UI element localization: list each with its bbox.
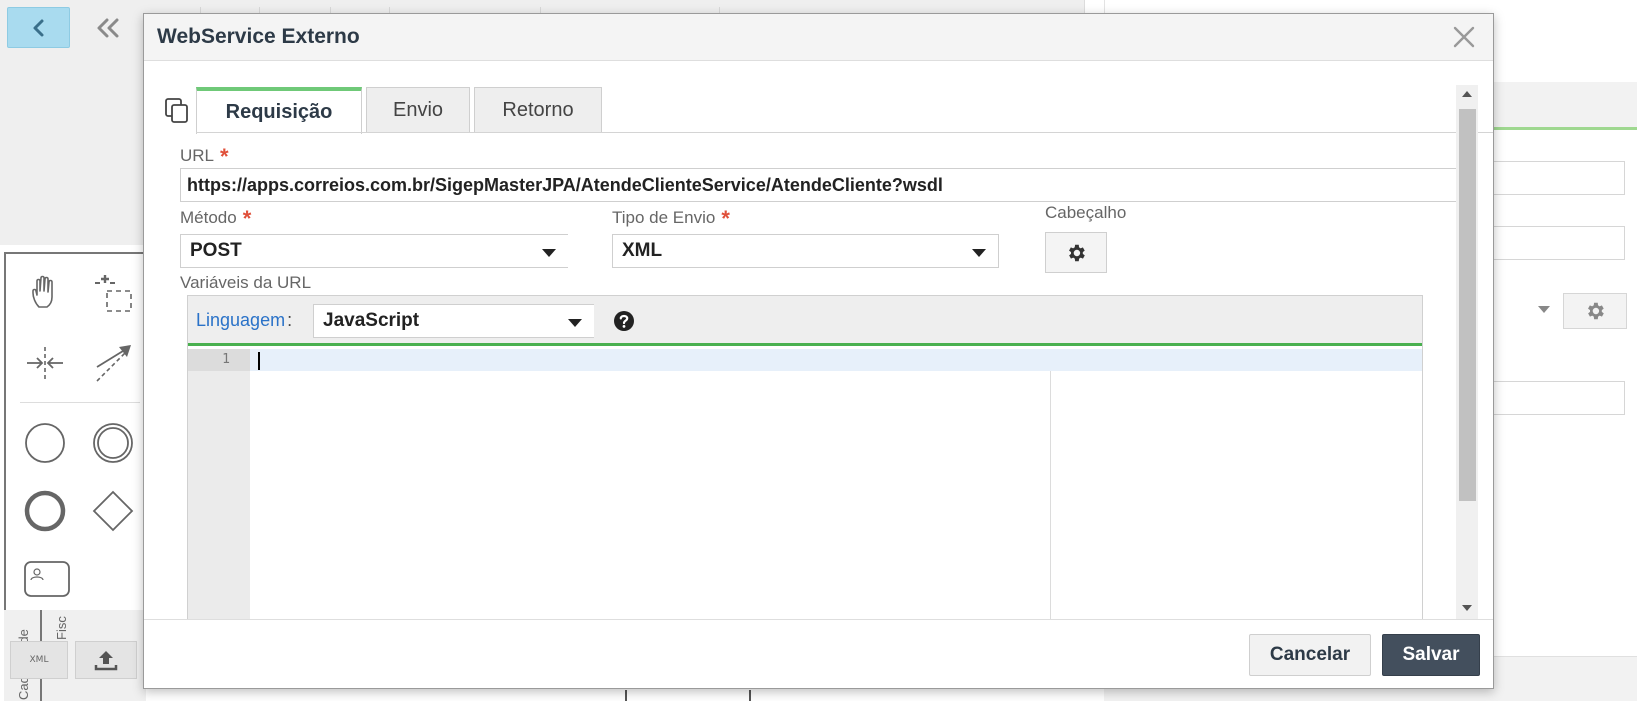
intermediate-event-icon: [93, 423, 133, 463]
linguagem-colon: :: [287, 310, 293, 330]
chevron-down-icon: [972, 249, 986, 257]
intermediate-event-tool[interactable]: [88, 418, 138, 468]
diagram-line: [625, 690, 627, 701]
properties-gear-button[interactable]: [1563, 293, 1627, 329]
start-event-tool[interactable]: [20, 418, 70, 468]
connect-tool-icon: [96, 345, 131, 382]
palette-divider: [20, 402, 140, 403]
back-button[interactable]: [7, 7, 70, 48]
line-number: 1: [188, 349, 250, 371]
close-icon: [1453, 26, 1475, 48]
save-button[interactable]: Salvar: [1382, 634, 1480, 676]
task-icon: [24, 561, 70, 597]
required-mark: *: [242, 206, 252, 231]
required-mark: *: [220, 144, 229, 169]
code-editor: Linguagem: JavaScript 1: [187, 295, 1423, 621]
xml-button[interactable]: XML: [10, 641, 68, 679]
tipo-envio-label: Tipo de Envio: [612, 208, 716, 227]
xml-button-label: XML: [29, 655, 49, 665]
connect-tool[interactable]: [88, 338, 138, 388]
tipo-envio-value: XML: [622, 240, 663, 261]
lane-label: Fisc: [54, 616, 69, 640]
space-tool-icon: [27, 347, 63, 379]
metodo-select[interactable]: POST: [180, 234, 568, 268]
scroll-down-icon[interactable]: [1462, 605, 1472, 611]
upload-button[interactable]: [75, 641, 137, 679]
metodo-label-row: Método *: [180, 203, 252, 231]
copy-icon: [165, 98, 188, 123]
tipo-envio-select[interactable]: XML: [612, 234, 999, 268]
webservice-modal: WebService Externo Requisição Envio Reto…: [143, 13, 1494, 689]
properties-field[interactable]: [1490, 226, 1625, 260]
scrollbar-thumb[interactable]: [1459, 109, 1476, 501]
end-event-icon: [24, 490, 66, 532]
modal-scrollbar[interactable]: [1456, 85, 1478, 621]
copy-button[interactable]: [164, 97, 190, 125]
gateway-tool[interactable]: [88, 486, 138, 536]
tab-retorno[interactable]: Retorno: [474, 87, 602, 132]
modal-body: Requisição Envio Retorno URL * https://ap…: [144, 61, 1493, 621]
chevron-down-icon: [568, 319, 582, 327]
linguagem-label[interactable]: Linguagem: [196, 310, 285, 330]
cabecalho-gear-button[interactable]: [1045, 232, 1107, 273]
diagram-line: [749, 690, 751, 701]
cancel-button[interactable]: Cancelar: [1249, 634, 1371, 676]
scroll-up-icon[interactable]: [1462, 91, 1472, 97]
tab-requisicao[interactable]: Requisição: [196, 87, 362, 134]
chevron-down-icon: [542, 249, 556, 257]
linguagem-select[interactable]: JavaScript: [313, 304, 594, 338]
end-event-tool[interactable]: [20, 486, 70, 536]
gateway-icon: [92, 490, 134, 532]
tipo-envio-label-row: Tipo de Envio *: [612, 203, 730, 231]
linguagem-value: JavaScript: [323, 310, 420, 331]
space-tool[interactable]: [20, 338, 70, 388]
help-button[interactable]: [613, 310, 635, 332]
close-button[interactable]: [1449, 22, 1479, 52]
hand-tool-icon: [32, 275, 53, 308]
variaveis-label: Variáveis da URL: [180, 273, 312, 292]
text-cursor: [258, 352, 260, 370]
tab-bar: Requisição Envio Retorno: [196, 87, 602, 134]
lasso-tool-icon: [95, 275, 132, 312]
url-label-row: URL *: [180, 141, 229, 169]
cabecalho-label: Cabeçalho: [1045, 203, 1127, 222]
linguagem-label-row: Linguagem:: [196, 310, 292, 331]
tab-envio[interactable]: Envio: [366, 87, 470, 132]
editor-toolbar: Linguagem: JavaScript: [188, 296, 1422, 346]
double-chevron-left-icon: [97, 18, 119, 37]
tab-bar-underline: [196, 132, 1493, 133]
url-label: URL: [180, 146, 215, 165]
editor-active-line[interactable]: [250, 349, 1422, 371]
lasso-tool[interactable]: [88, 268, 138, 318]
help-icon: [614, 311, 634, 331]
start-event-icon: [25, 423, 65, 463]
properties-field[interactable]: [1490, 161, 1625, 195]
gear-icon: [1069, 244, 1085, 261]
hand-tool[interactable]: [20, 268, 70, 318]
gear-icon: [1588, 302, 1604, 320]
chevron-left-icon: [33, 19, 43, 36]
url-input[interactable]: https://apps.correios.com.br/SigepMaster…: [180, 168, 1476, 202]
metodo-value: POST: [190, 240, 242, 261]
chevron-down-icon: [1538, 306, 1550, 313]
metodo-label: Método: [180, 208, 237, 227]
collapse-button[interactable]: [80, 7, 136, 48]
properties-field[interactable]: [1490, 381, 1625, 415]
editor-gutter: [188, 349, 250, 621]
modal-footer: Cancelar Salvar: [144, 619, 1493, 688]
modal-title: WebService Externo: [157, 25, 360, 48]
task-tool[interactable]: [20, 554, 74, 604]
required-mark: *: [721, 206, 730, 231]
print-margin: [1050, 371, 1051, 621]
modal-header: WebService Externo: [144, 14, 1493, 61]
upload-icon: [94, 651, 118, 671]
